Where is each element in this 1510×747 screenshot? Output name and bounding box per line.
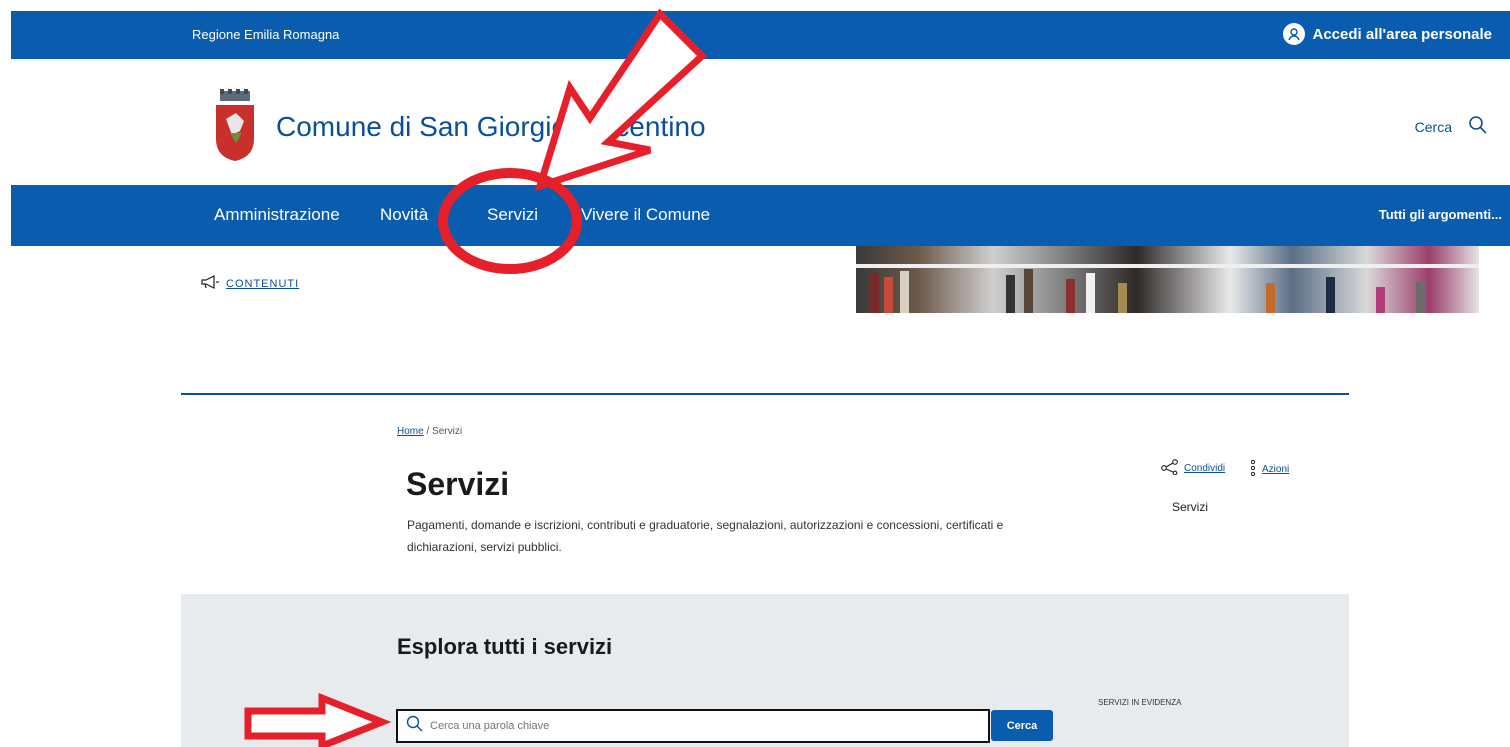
page-description: Pagamenti, domande e iscrizioni, contrib… [407,518,1004,554]
nav-all-topics[interactable]: Tutti gli argomenti... [1379,207,1502,222]
content-tag[interactable]: CONTENUTI [200,275,299,292]
user-icon [1282,23,1305,45]
service-search-box[interactable] [396,709,990,743]
megaphone-icon [200,275,220,292]
nav-item-servizi[interactable]: Servizi [487,205,538,225]
content-tag-label: CONTENUTI [226,277,300,290]
share-icon [1160,459,1180,478]
main-nav: Amministrazione Novità Servizi Vivere il… [11,185,1510,246]
breadcrumb: Home / Servizi [397,426,462,437]
nav-item-vivere-il-comune[interactable]: Vivere il Comune [581,205,710,225]
coat-of-arms-icon[interactable] [214,89,256,161]
more-vertical-icon [1250,459,1256,480]
page-title: Servizi [406,466,510,502]
breadcrumb-current: Servizi [432,426,463,437]
top-bar: Regione Emilia Romagna Accedi all'area p… [11,11,1510,59]
site-header: Comune di San Giorgio Piacentino Cerca [0,59,1510,185]
share-button[interactable]: Condividi [1160,459,1225,478]
login-button[interactable]: Accedi all'area personale [1282,23,1493,45]
hero-image [856,246,1479,313]
login-label: Accedi all'area personale [1312,25,1493,43]
search-icon[interactable] [1468,115,1488,138]
service-search-input[interactable] [430,720,950,732]
breadcrumb-home[interactable]: Home [397,426,424,437]
header-search[interactable]: Cerca [1415,115,1488,138]
actions-button[interactable]: Azioni [1250,459,1289,480]
breadcrumb-separator: / [426,426,430,437]
actions-label: Azioni [1262,464,1290,475]
explore-title: Esplora tutti i servizi [397,634,613,659]
nav-item-novita[interactable]: Novità [380,205,428,225]
section-divider [181,393,1349,395]
share-label: Condividi [1184,463,1226,474]
region-link[interactable]: Regione Emilia Romagna [192,27,339,42]
side-section-title: Servizi [1172,500,1209,514]
header-search-label: Cerca [1414,118,1452,135]
search-icon [406,715,424,738]
service-search-button[interactable]: Cerca [991,710,1053,741]
explore-section: Esplora tutti i servizi Cerca SERVIZI IN… [181,594,1349,747]
site-title[interactable]: Comune di San Giorgio Piacentino [276,111,706,143]
featured-services-label: SERVIZI IN EVIDENZA [1098,698,1182,707]
nav-item-amministrazione[interactable]: Amministrazione [214,205,340,225]
